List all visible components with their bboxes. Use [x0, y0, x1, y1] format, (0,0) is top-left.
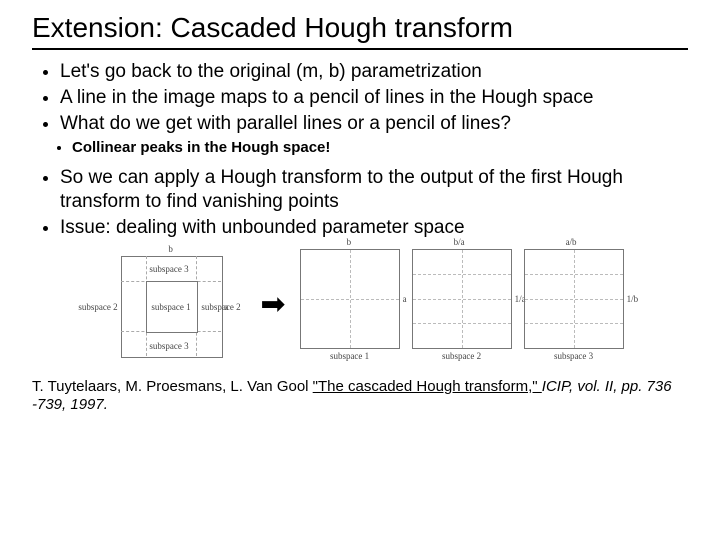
arrow-icon: ➡: [260, 287, 285, 322]
bullet-4: So we can apply a Hough transform to the…: [60, 166, 688, 214]
diagram: b a subspace 3 subspace 2 subspace 1 sub…: [32, 246, 688, 364]
subspace-3-bottom: subspace 3: [149, 341, 188, 351]
axis-b-label: b: [168, 244, 173, 254]
panel-2: b/a 1/a subspace 2: [412, 249, 512, 361]
bullet-3-sub: Collinear peaks in the Hough space!: [72, 139, 688, 156]
p1-right-label: a: [403, 294, 407, 304]
panel-3: a/b 1/b subspace 3: [524, 249, 624, 361]
citation: T. Tuytelaars, M. Proesmans, L. Van Gool…: [32, 378, 688, 416]
p3-top-label: a/b: [566, 237, 577, 247]
panel-1: b a subspace 1: [300, 249, 400, 361]
bullet-3: What do we get with parallel lines or a …: [60, 112, 688, 136]
sub-bullet-list: Collinear peaks in the Hough space!: [32, 139, 688, 156]
bullet-5: Issue: dealing with unbounded parameter …: [60, 216, 688, 240]
p1-top-label: b: [347, 237, 352, 247]
p3-right-label: 1/b: [627, 294, 639, 304]
p2-top-label: b/a: [454, 237, 465, 247]
citation-authors: T. Tuytelaars, M. Proesmans, L. Van Gool: [32, 378, 313, 395]
slide-title: Extension: Cascaded Hough transform: [32, 12, 688, 50]
subspace-1-center: subspace 1: [151, 302, 190, 312]
bullet-2: A line in the image maps to a pencil of …: [60, 86, 688, 110]
bullet-list: Let's go back to the original (m, b) par…: [32, 60, 688, 135]
bullet-1: Let's go back to the original (m, b) par…: [60, 60, 688, 84]
citation-link[interactable]: "The cascaded Hough transform,": [313, 378, 542, 395]
bullet-list-2: So we can apply a Hough transform to the…: [32, 166, 688, 239]
right-diagram: b a subspace 1 b/a 1/a subspace 2: [300, 249, 624, 361]
subspace-2-right: subspace 2: [201, 302, 240, 312]
p1-caption: subspace 1: [300, 351, 400, 361]
p2-caption: subspace 2: [412, 351, 512, 361]
subspace-3-top: subspace 3: [149, 264, 188, 274]
p3-caption: subspace 3: [524, 351, 624, 361]
left-diagram: b a subspace 3 subspace 2 subspace 1 sub…: [96, 246, 246, 364]
subspace-2-left: subspace 2: [78, 302, 117, 312]
